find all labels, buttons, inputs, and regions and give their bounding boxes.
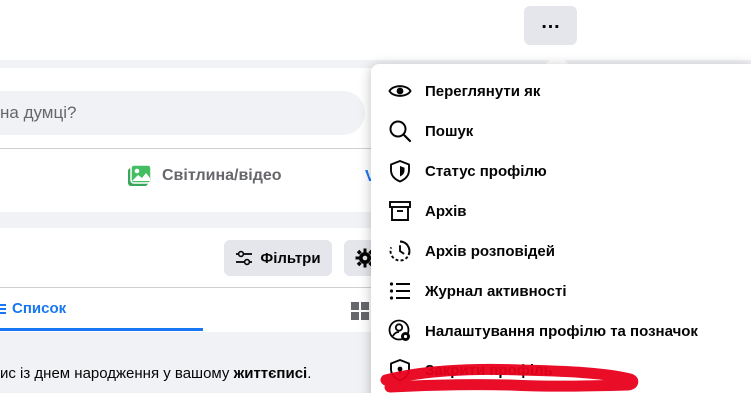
menu-item-label: Архів розповідей bbox=[425, 242, 555, 260]
menu-item-activity-log[interactable]: Журнал активності bbox=[371, 271, 751, 311]
menu-item-label: Закрити профіль bbox=[425, 361, 553, 379]
list-view-icon bbox=[0, 303, 6, 314]
birthday-period: . bbox=[307, 365, 312, 382]
post-composer: на думці? Світлина/відео V bbox=[0, 68, 390, 212]
filters-icon bbox=[236, 250, 253, 266]
menu-item-label: Налаштування профілю та позначок bbox=[425, 322, 698, 340]
more-options-button[interactable]: … bbox=[524, 6, 577, 45]
lock-profile-icon bbox=[390, 359, 410, 382]
grid-view-icon bbox=[351, 302, 369, 320]
menu-item-label: Статус профілю bbox=[425, 162, 547, 180]
tab-list-view[interactable]: Список bbox=[0, 300, 66, 317]
shield-icon bbox=[390, 160, 410, 183]
menu-item-story-archive[interactable]: Архів розповідей bbox=[371, 231, 751, 271]
menu-item-lock-profile[interactable]: Закрити профіль bbox=[371, 350, 751, 390]
composer-placeholder: на думці? bbox=[0, 103, 77, 122]
filters-label: Фільтри bbox=[260, 249, 321, 267]
menu-item-profile-status[interactable]: Статус профілю bbox=[371, 151, 751, 191]
birthday-text: ис із днем народження у вашому bbox=[0, 365, 234, 382]
menu-item-view-as[interactable]: Переглянути як bbox=[371, 71, 751, 111]
more-dots: … bbox=[540, 10, 561, 33]
list-tab-label: Список bbox=[12, 300, 67, 317]
top-bar: … bbox=[0, 0, 751, 60]
posts-divider bbox=[0, 287, 390, 288]
tab-grid-view[interactable] bbox=[351, 302, 369, 325]
menu-item-label: Пошук bbox=[425, 122, 474, 140]
menu-item-search[interactable]: Пошук bbox=[371, 111, 751, 151]
life-events-link[interactable]: життєписі bbox=[234, 365, 308, 382]
menu-item-label: Журнал активності bbox=[425, 282, 567, 300]
photo-video-icon bbox=[128, 164, 152, 186]
composer-input[interactable]: на думці? bbox=[0, 91, 365, 135]
search-icon bbox=[389, 120, 412, 143]
photo-video-button[interactable]: Світлина/відео bbox=[126, 164, 282, 188]
photo-video-label: Світлина/відео bbox=[162, 167, 282, 184]
menu-item-label: Архів bbox=[425, 202, 467, 220]
profile-settings-icon bbox=[388, 319, 410, 341]
menu-item-profile-tag-settings[interactable]: Налаштування профілю та позначок bbox=[371, 311, 751, 351]
active-tab-indicator bbox=[0, 328, 203, 331]
profile-options-menu: Переглянути як Пошук Статус профілю Архі… bbox=[371, 64, 751, 393]
filters-button[interactable]: Фільтри bbox=[224, 240, 332, 276]
activity-log-icon bbox=[389, 282, 410, 300]
posts-panel: Фільтри Список bbox=[0, 228, 390, 332]
menu-item-label: Переглянути як bbox=[425, 82, 541, 100]
composer-divider bbox=[0, 148, 372, 149]
menu-item-archive[interactable]: Архів bbox=[371, 191, 751, 231]
story-archive-icon bbox=[389, 240, 411, 262]
birthday-notice: ис із днем народження у вашому життєписі… bbox=[0, 365, 311, 382]
eye-icon bbox=[388, 85, 412, 97]
archive-icon bbox=[389, 201, 411, 221]
